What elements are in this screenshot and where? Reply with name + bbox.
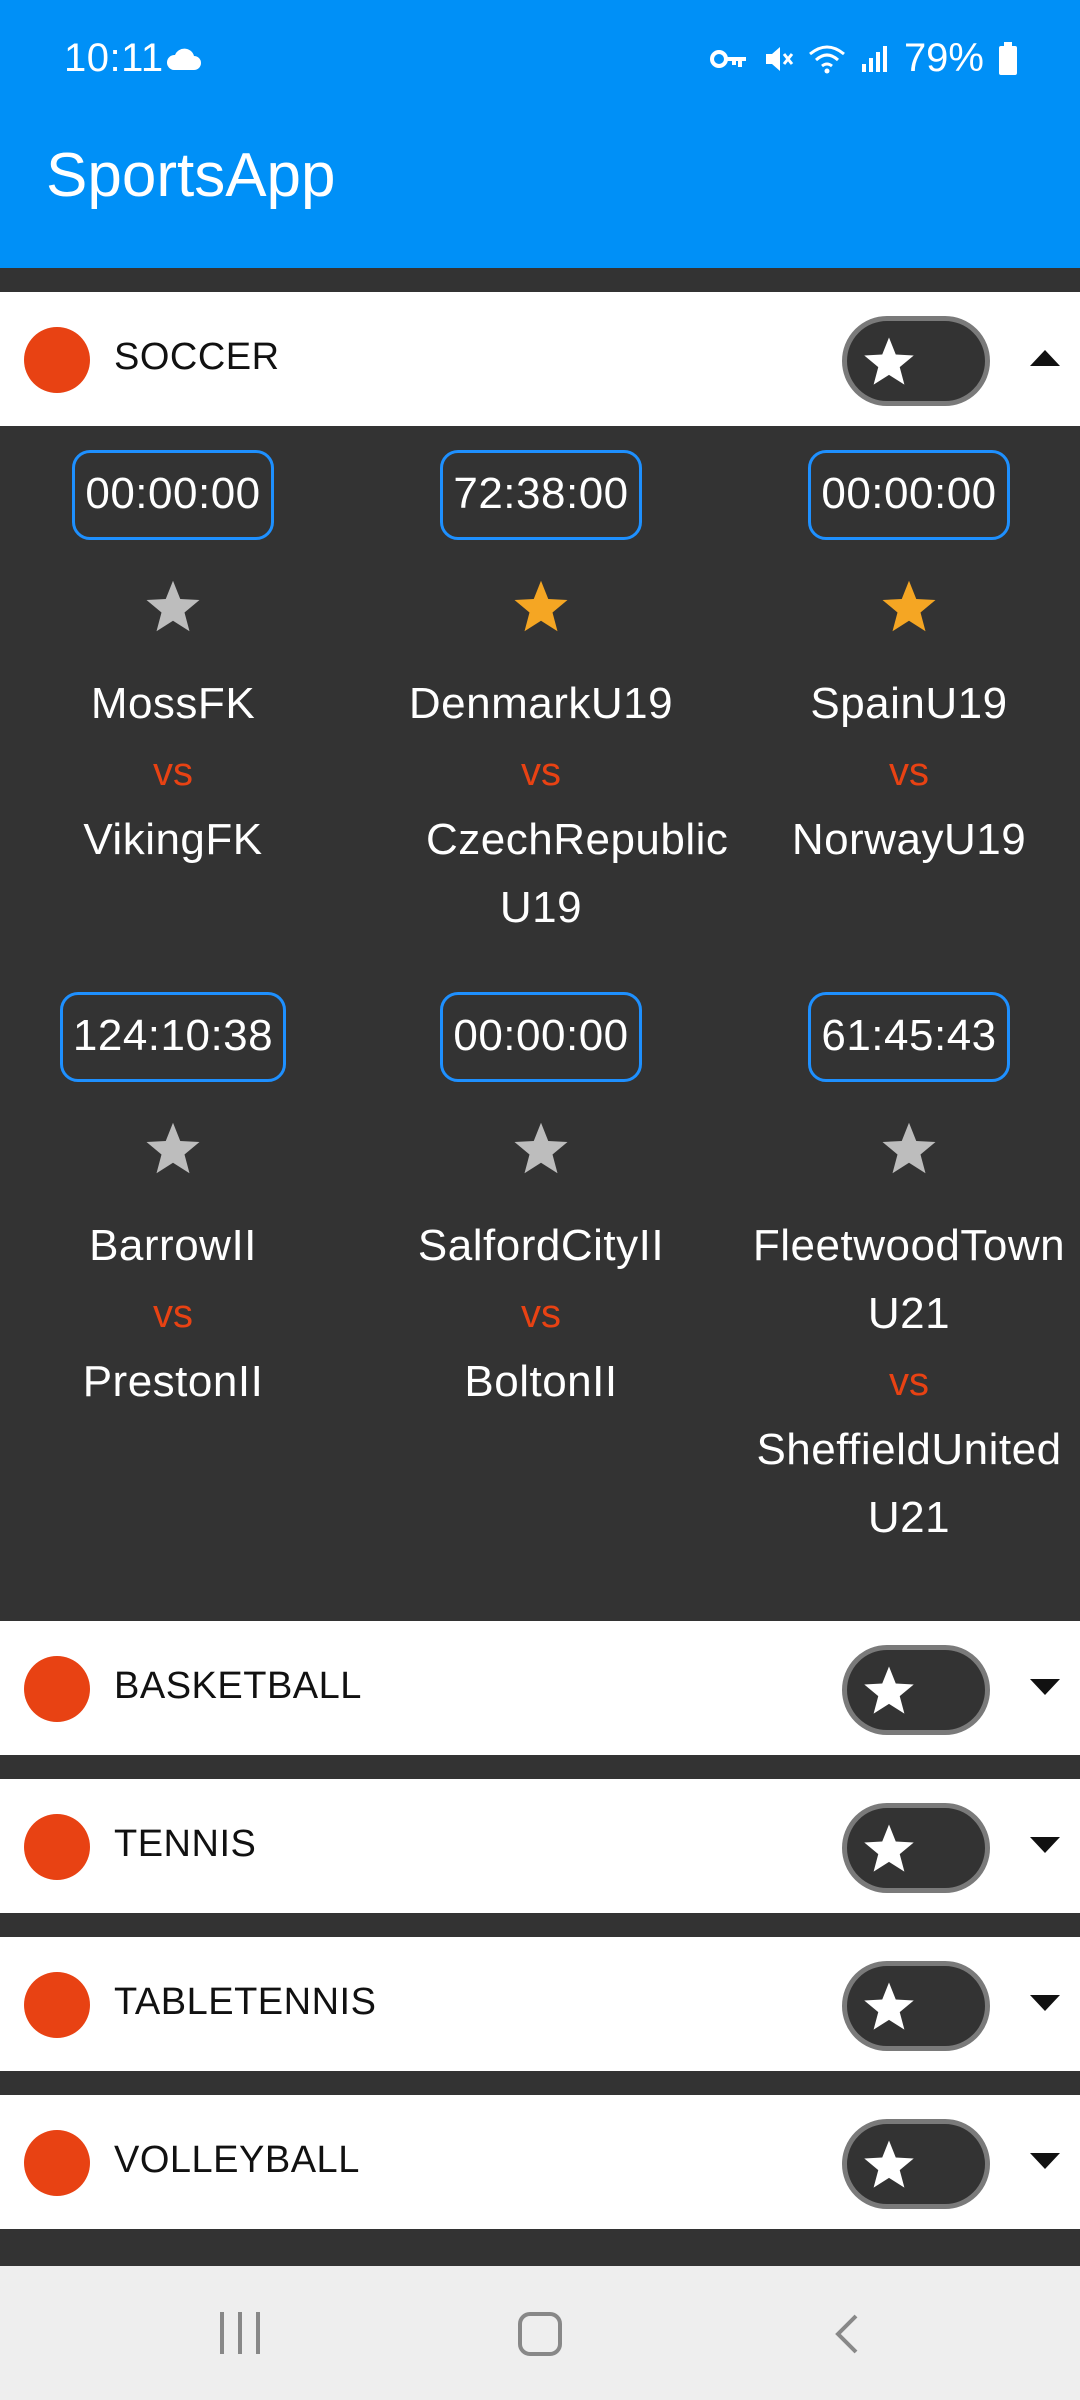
match-timer: 00:00:00: [72, 450, 274, 540]
match-timer: 00:00:00: [808, 450, 1010, 540]
home-icon[interactable]: [518, 2312, 562, 2356]
match-card[interactable]: 72:38:00 DenmarkU19 vs CzechRepublic U19: [361, 450, 729, 942]
favorite-star-icon[interactable]: [879, 578, 939, 636]
back-icon[interactable]: [832, 2312, 862, 2356]
away-team: CzechRepublic U19: [426, 815, 729, 932]
status-time: 10:11: [64, 36, 164, 80]
app-title: SportsApp: [46, 141, 336, 210]
collapse-chevron-icon[interactable]: [1030, 350, 1060, 366]
status-bar: 10:11 79%: [0, 0, 1080, 120]
section-title: VOLLEYBALL: [114, 2139, 360, 2181]
favorite-toggle[interactable]: [842, 1645, 990, 1735]
away-team: VikingFK: [83, 815, 263, 864]
sport-dot-icon: [24, 327, 90, 393]
wifi-icon: [808, 45, 845, 73]
match-card[interactable]: 124:10:38 BarrowII vs PrestonII: [0, 992, 353, 1416]
match-timer: 124:10:38: [59, 992, 287, 1082]
home-team: SalfordCityII: [417, 1221, 665, 1270]
cloud-icon: [166, 48, 201, 70]
app-bar: 10:11 79% SportsApp: [0, 0, 1080, 268]
signal-icon: [861, 45, 887, 72]
section-title: TABLETENNIS: [114, 1981, 377, 2023]
away-team: NorwayU19: [791, 815, 1027, 864]
favorite-star-icon[interactable]: [143, 578, 203, 636]
home-team: FleetwoodTown U21: [752, 1221, 1066, 1338]
section-header-tennis[interactable]: TENNIS: [0, 1779, 1080, 1913]
match-card[interactable]: 00:00:00 SalfordCityII vs BoltonII: [361, 992, 721, 1416]
star-icon: [864, 1666, 914, 1714]
away-team: SheffieldUnited U21: [756, 1425, 1062, 1542]
section-title: SOCCER: [114, 336, 280, 378]
expand-chevron-icon[interactable]: [1030, 1837, 1060, 1853]
match-card[interactable]: 00:00:00 SpainU19 vs NorwayU19: [729, 450, 1080, 874]
match-timer: 00:00:00: [440, 992, 642, 1082]
vs-label: vs: [889, 1360, 929, 1404]
section-header-soccer[interactable]: SOCCER: [0, 292, 1080, 426]
favorite-toggle[interactable]: [842, 1803, 990, 1893]
section-header-basketball[interactable]: BASKETBALL: [0, 1621, 1080, 1755]
star-icon: [864, 1982, 914, 2030]
match-timer: 61:45:43: [808, 992, 1010, 1082]
sport-dot-icon: [24, 2130, 90, 2196]
home-team: MossFK: [90, 679, 256, 728]
section-header-tabletennis[interactable]: TABLETENNIS: [0, 1937, 1080, 2071]
battery-icon: [999, 41, 1017, 75]
favorite-toggle[interactable]: [842, 316, 990, 406]
section-title: BASKETBALL: [114, 1665, 362, 1707]
vs-label: vs: [521, 1292, 561, 1336]
star-icon: [864, 1824, 914, 1872]
vs-label: vs: [153, 750, 193, 794]
section-title: TENNIS: [114, 1823, 257, 1865]
match-timer: 72:38:00: [440, 450, 642, 540]
sport-dot-icon: [24, 1814, 90, 1880]
favorite-star-icon[interactable]: [511, 1120, 571, 1178]
star-icon: [864, 337, 914, 385]
star-icon: [864, 2140, 914, 2188]
section-header-volleyball[interactable]: VOLLEYBALL: [0, 2095, 1080, 2229]
match-card[interactable]: 61:45:43 FleetwoodTown U21 vs SheffieldU…: [729, 992, 1080, 1552]
system-nav-bar: [0, 2266, 1080, 2400]
vs-label: vs: [521, 750, 561, 794]
expand-chevron-icon[interactable]: [1030, 1995, 1060, 2011]
home-team: DenmarkU19: [408, 679, 674, 728]
vs-label: vs: [889, 750, 929, 794]
vs-label: vs: [153, 1292, 193, 1336]
mute-icon: [765, 46, 794, 71]
sport-dot-icon: [24, 1656, 90, 1722]
away-team: BoltonII: [464, 1357, 618, 1406]
away-team: PrestonII: [82, 1357, 264, 1406]
recent-apps-icon[interactable]: [218, 2312, 262, 2354]
match-card[interactable]: 00:00:00 MossFK vs VikingFK: [0, 450, 353, 874]
favorite-toggle[interactable]: [842, 2119, 990, 2209]
vpn-key-icon: [709, 49, 746, 68]
favorite-star-icon[interactable]: [511, 578, 571, 636]
battery-percent: 79%: [903, 36, 984, 80]
home-team: BarrowII: [89, 1221, 257, 1270]
expand-chevron-icon[interactable]: [1030, 1679, 1060, 1695]
sport-dot-icon: [24, 1972, 90, 2038]
expand-chevron-icon[interactable]: [1030, 2153, 1060, 2169]
favorite-star-icon[interactable]: [879, 1120, 939, 1178]
favorite-star-icon[interactable]: [143, 1120, 203, 1178]
favorite-toggle[interactable]: [842, 1961, 990, 2051]
home-team: SpainU19: [810, 679, 1008, 728]
